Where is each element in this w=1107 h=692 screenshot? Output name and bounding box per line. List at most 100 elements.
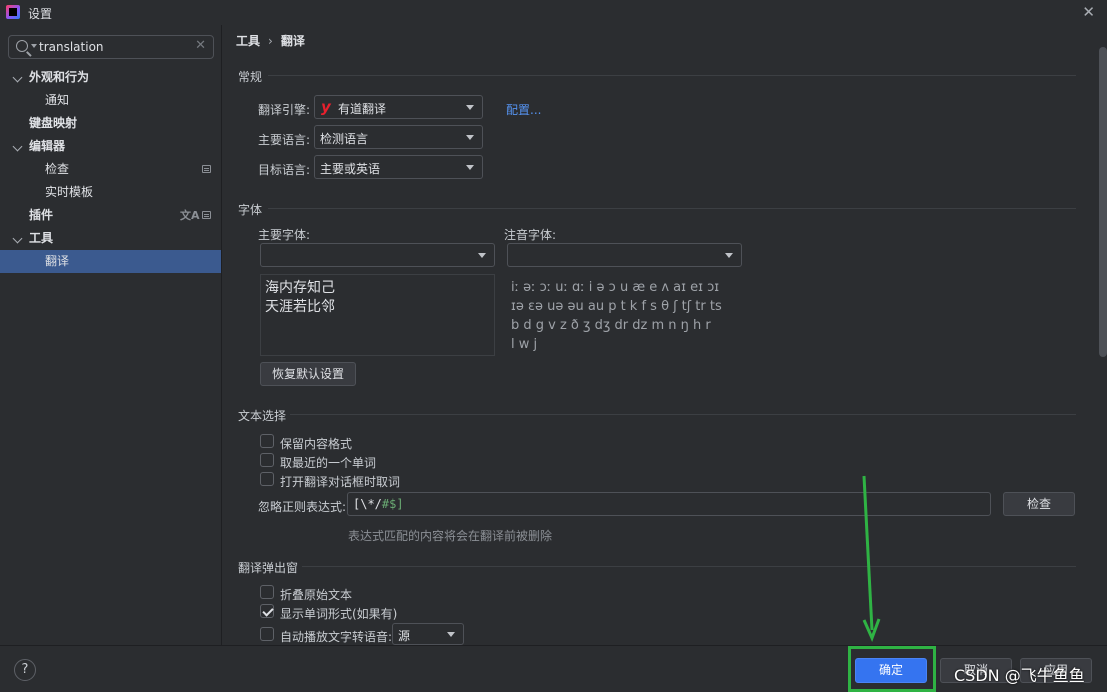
phonetic-line: iː əː ɔː uː ɑː i ə ɔ u æ e ʌ aɪ eɪ ɔɪ	[511, 280, 720, 295]
engine-select-value: 有道翻译	[338, 102, 387, 116]
cancel-button[interactable]: 取消	[940, 658, 1012, 683]
sidebar-item-label: 插件	[29, 208, 54, 222]
section-divider	[268, 208, 1076, 209]
chevron-down-icon	[466, 135, 474, 140]
content-scrollbar[interactable]	[1099, 47, 1107, 357]
apply-button[interactable]: 应用	[1020, 658, 1092, 683]
breadcrumb-parent[interactable]: 工具	[236, 34, 260, 48]
sidebar-item-appearance[interactable]: 外观和行为	[0, 66, 221, 89]
breadcrumb-separator-icon: ›	[268, 34, 273, 48]
engine-label: 翻译引擎:	[258, 103, 311, 117]
sidebar-item-keymap[interactable]: 键盘映射	[0, 112, 221, 135]
primary-language-value: 检测语言	[320, 132, 369, 146]
section-popup-title: 翻译弹出窗	[238, 561, 299, 575]
reset-defaults-button[interactable]: 恢复默认设置	[260, 362, 356, 386]
translate-icon: 文A	[180, 209, 200, 222]
sidebar-item-label: 工具	[29, 231, 54, 245]
project-settings-icon	[202, 211, 211, 219]
chevron-down-icon[interactable]	[12, 233, 23, 244]
section-font-title: 字体	[238, 203, 263, 217]
font-preview-box: 海内存知己 天涯若比邻	[260, 274, 495, 356]
nearest-word-label: 取最近的一个单词	[280, 456, 377, 470]
breadcrumb-current: 翻译	[280, 34, 305, 48]
section-divider	[302, 566, 1076, 567]
primary-language-label: 主要语言:	[258, 133, 311, 147]
window-title: 设置	[28, 7, 53, 21]
target-language-value: 主要或英语	[320, 162, 381, 176]
target-language-select[interactable]: 主要或英语	[314, 155, 483, 179]
tts-source-value: 源	[398, 629, 411, 643]
chevron-down-icon	[466, 105, 474, 110]
settings-content: 工具 › 翻译 常规 翻译引擎: y 有道翻译 配置... 主要语言: 检测语言 目…	[222, 25, 1107, 645]
phonetic-font-select[interactable]	[507, 243, 742, 267]
primary-font-label: 主要字体:	[258, 228, 311, 242]
keep-format-checkbox[interactable]	[260, 434, 274, 448]
nearest-word-checkbox[interactable]	[260, 453, 274, 467]
keep-format-label: 保留内容格式	[280, 437, 353, 451]
fold-original-label: 折叠原始文本	[280, 588, 353, 602]
search-icon	[16, 40, 28, 52]
sidebar-item-inspections[interactable]: 检查	[0, 158, 221, 181]
phonetic-preview: iː əː ɔː uː ɑː i ə ɔ u æ e ʌ aɪ eɪ ɔɪ ɪə …	[511, 278, 722, 354]
sidebar-item-label: 通知	[45, 93, 70, 107]
target-language-label: 目标语言:	[258, 163, 311, 177]
primary-font-select[interactable]	[260, 243, 495, 267]
section-text-selection-title: 文本选择	[238, 409, 287, 423]
sidebar-item-editor[interactable]: 编辑器	[0, 135, 221, 158]
chevron-down-icon	[447, 632, 455, 637]
phonetic-line: ɪə ɛə uə əu au p t k f s θ ʃ tʃ tr ts	[511, 299, 722, 314]
chevron-down-icon[interactable]	[12, 141, 23, 152]
intellij-logo-icon	[6, 5, 20, 19]
chevron-down-icon	[466, 165, 474, 170]
regex-text-highlight: #$]	[381, 497, 404, 511]
ignore-regex-input[interactable]: [\*/#$]	[347, 492, 991, 516]
dialog-footer: ? 确定 取消 应用 CSDN @飞牛鱼鱼	[0, 645, 1107, 692]
auto-tts-checkbox[interactable]	[260, 627, 274, 641]
engine-select[interactable]: y 有道翻译	[314, 95, 483, 119]
chevron-down-icon	[478, 253, 486, 258]
project-settings-icon	[202, 165, 211, 173]
help-button[interactable]: ?	[14, 659, 36, 681]
show-word-forms-label: 显示单词形式(如果有)	[280, 607, 398, 621]
sidebar-item-tools[interactable]: 工具	[0, 227, 221, 250]
primary-language-select[interactable]: 检测语言	[314, 125, 483, 149]
settings-search[interactable]: ✕	[8, 35, 214, 59]
youdao-logo-icon: y	[321, 98, 331, 116]
fold-original-checkbox[interactable]	[260, 585, 274, 599]
tts-source-select[interactable]: 源	[392, 623, 464, 645]
section-divider	[290, 414, 1076, 415]
preview-line: 天涯若比邻	[265, 299, 335, 315]
auto-tts-label: 自动播放文字转语音:	[280, 630, 393, 644]
sidebar-item-label: 键盘映射	[29, 116, 78, 130]
sidebar-item-label: 外观和行为	[29, 70, 90, 84]
sidebar-item-translation[interactable]: 翻译	[0, 250, 221, 273]
ignore-regex-label: 忽略正则表达式:	[258, 500, 347, 514]
sidebar-item-label: 实时模板	[45, 185, 94, 199]
sidebar-item-live-templates[interactable]: 实时模板	[0, 181, 221, 204]
sidebar-item-label: 编辑器	[29, 139, 66, 153]
preview-line: 海内存知己	[265, 280, 335, 296]
close-icon[interactable]: ✕	[1082, 3, 1095, 21]
section-divider	[268, 75, 1076, 76]
ok-button[interactable]: 确定	[855, 658, 927, 683]
sidebar-item-notifications[interactable]: 通知	[0, 89, 221, 112]
search-input[interactable]	[39, 38, 189, 56]
chevron-down-icon[interactable]	[12, 72, 23, 83]
configure-link[interactable]: 配置...	[506, 101, 541, 118]
settings-sidebar: ✕ 外观和行为 通知 键盘映射 编辑器 检查 实时模板 插件 文A 工具 翻译	[0, 25, 222, 645]
check-regex-button[interactable]: 检查	[1003, 492, 1075, 516]
phonetic-line: l w j	[511, 337, 538, 352]
breadcrumb: 工具 › 翻译	[236, 32, 305, 49]
sidebar-item-label: 翻译	[45, 254, 70, 268]
take-word-on-open-checkbox[interactable]	[260, 472, 274, 486]
show-word-forms-checkbox[interactable]	[260, 604, 274, 618]
chevron-down-icon	[725, 253, 733, 258]
take-word-on-open-label: 打开翻译对话框时取词	[280, 475, 401, 489]
sidebar-item-plugins[interactable]: 插件 文A	[0, 204, 221, 227]
sidebar-item-label: 检查	[45, 162, 70, 176]
regex-hint: 表达式匹配的内容将会在翻译前被删除	[348, 529, 553, 543]
section-general-title: 常规	[238, 70, 263, 84]
phonetic-line: b d g v z ð ʒ dʒ dr dz m n ŋ h r	[511, 318, 711, 333]
clear-search-icon[interactable]: ✕	[195, 38, 206, 53]
search-options-caret-icon[interactable]	[31, 44, 37, 48]
